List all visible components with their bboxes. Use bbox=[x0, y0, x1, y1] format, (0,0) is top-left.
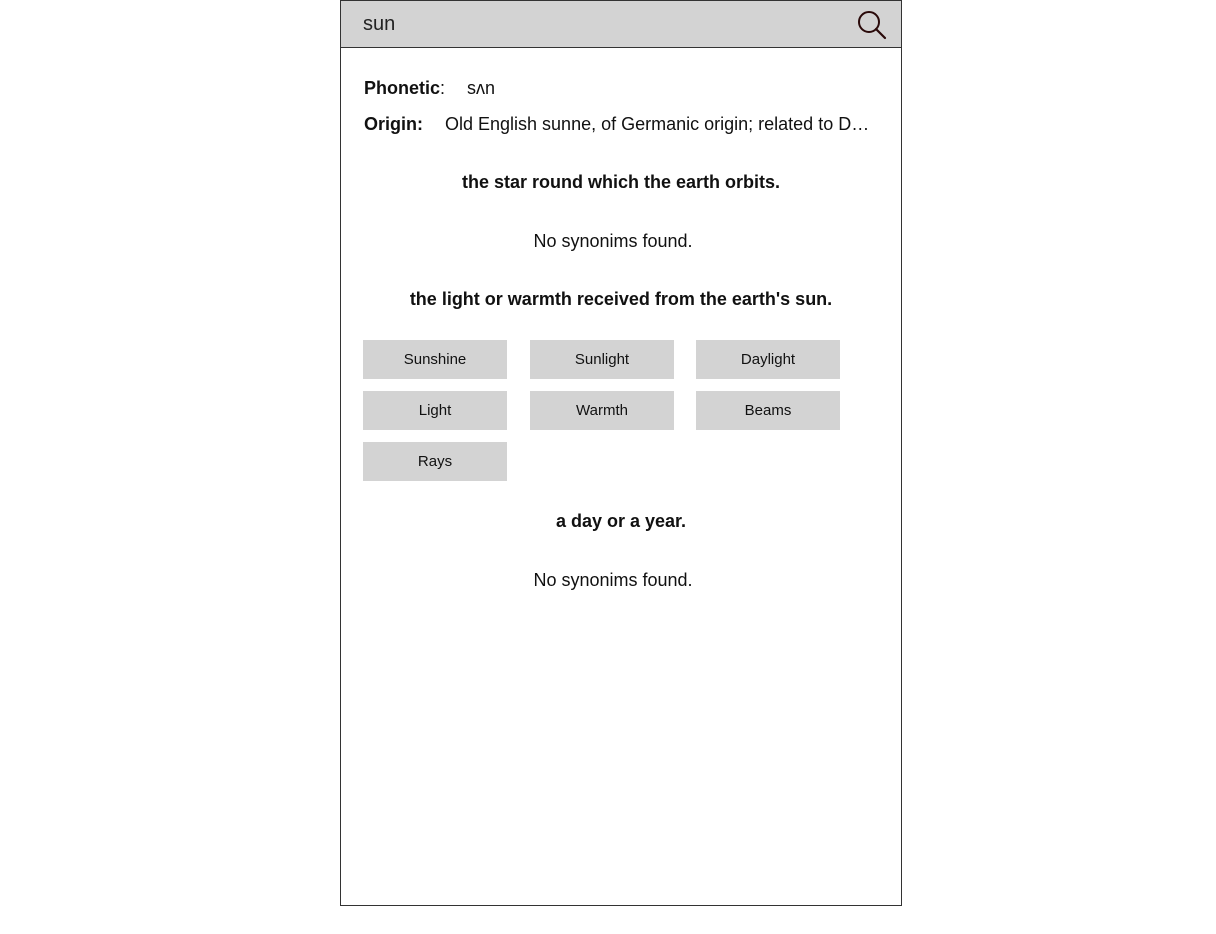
definition-2: the light or warmth received from the ea… bbox=[409, 289, 833, 309]
origin-value: Old English sunne, of Germanic origin; r… bbox=[445, 114, 870, 134]
phonetic-row: Phonetic: sʌn bbox=[364, 78, 495, 99]
no-synonyms-text-3: No synonims found. bbox=[533, 570, 693, 590]
search-button[interactable] bbox=[857, 10, 887, 40]
definition-3: a day or a year. bbox=[555, 511, 687, 531]
no-synonyms-text-1: No synonims found. bbox=[533, 231, 693, 251]
phonetic-colon: : bbox=[440, 78, 446, 98]
synonym-button[interactable]: Sunshine bbox=[363, 340, 507, 379]
definition-1: the star round which the earth orbits. bbox=[461, 172, 781, 192]
phonetic-value: sʌn bbox=[467, 78, 496, 98]
phonetic-label: Phonetic bbox=[364, 78, 441, 98]
synonym-button[interactable]: Beams bbox=[696, 391, 840, 430]
synonym-button[interactable]: Rays bbox=[363, 442, 507, 481]
origin-row: Origin: Old English sunne, of Germanic o… bbox=[364, 114, 870, 135]
app-frame: Phonetic: sʌn Origin: Old English sunne, … bbox=[340, 0, 902, 906]
synonym-button[interactable]: Daylight bbox=[696, 340, 840, 379]
origin-label: Origin: bbox=[364, 114, 423, 134]
search-input[interactable] bbox=[363, 9, 843, 39]
synonym-button[interactable]: Sunlight bbox=[530, 340, 674, 379]
search-bar bbox=[341, 1, 901, 48]
synonym-button[interactable]: Light bbox=[363, 391, 507, 430]
search-icon bbox=[858, 11, 887, 40]
synonym-button[interactable]: Warmth bbox=[530, 391, 674, 430]
